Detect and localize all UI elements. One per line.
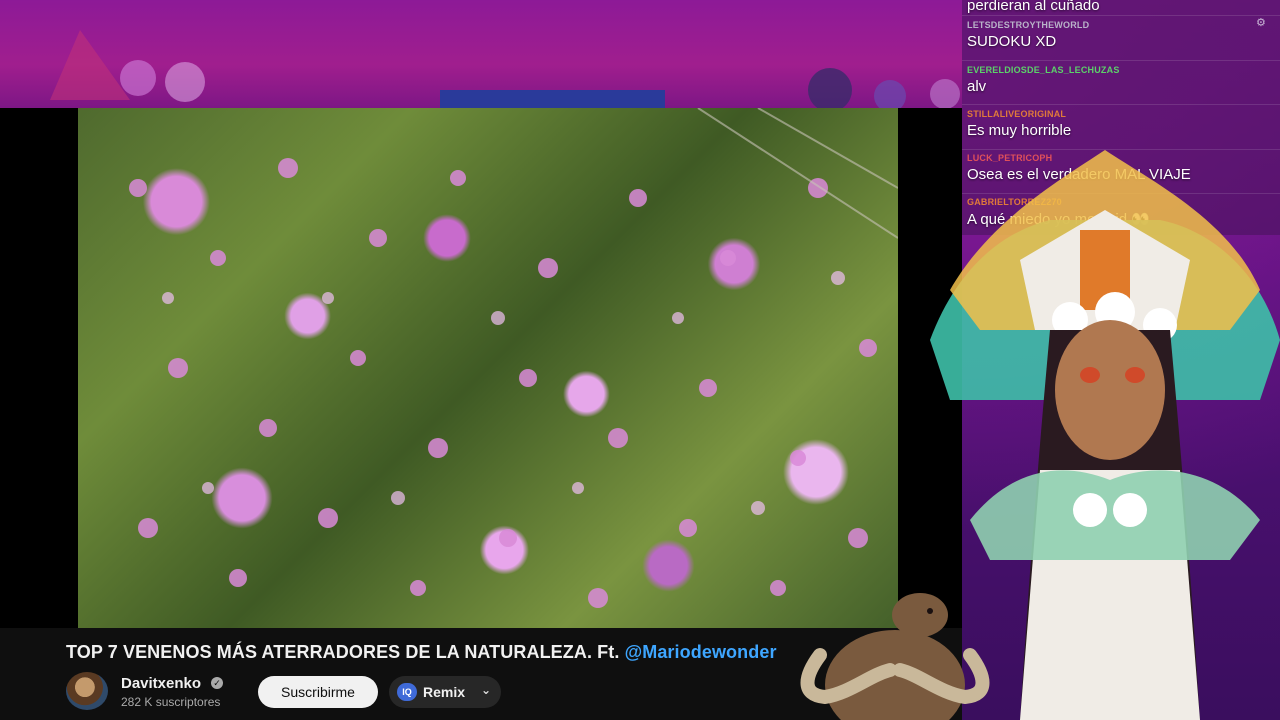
chat-username[interactable]: STILLALIVEORIGINAL — [967, 109, 1071, 119]
chevron-down-icon[interactable]: ⌄ — [481, 683, 491, 697]
chat-message-text: Es muy horrible — [967, 122, 1072, 139]
verified-check-icon: ✓ — [211, 677, 223, 689]
subscriber-count: 282 K suscriptores — [121, 695, 221, 709]
remix-label: Remix — [423, 684, 466, 700]
chat-message: perdieran al cuñado — [967, 0, 1100, 14]
chat-username[interactable]: EVERELDIOSDE_LAS_LECHUZAS — [967, 65, 1120, 75]
channel-avatar[interactable] — [66, 672, 108, 710]
remix-logo-icon: IQ — [397, 683, 417, 701]
title-mention-link[interactable]: @Mariodewonder — [625, 642, 777, 662]
scene-decoration — [50, 30, 960, 112]
chat-message-text: alv — [967, 78, 987, 95]
chat-divider — [962, 60, 1280, 61]
chat-settings-icon[interactable]: ⚙ — [1256, 17, 1270, 29]
video-frame-flowers — [129, 108, 898, 608]
channel-name[interactable]: Davitxenko — [121, 675, 201, 692]
chat-message-text: SUDOKU XD — [967, 33, 1057, 50]
chat-divider — [962, 15, 1280, 16]
chat-divider — [962, 104, 1280, 105]
video-title: TOP 7 VENENOS MÁS ATERRADORES DE LA NATU… — [66, 642, 777, 663]
video-title-text: TOP 7 VENENOS MÁS ATERRADORES DE LA NATU… — [66, 642, 625, 662]
chat-message: LETSDESTROYTHEWORLD SUDOKU XD — [967, 20, 1089, 50]
remix-button[interactable]: IQ Remix ⌄ — [389, 676, 501, 708]
mascot-character — [800, 593, 990, 720]
chat-message: STILLALIVEORIGINAL Es muy horrible — [967, 109, 1071, 139]
chat-message-text: perdieran al cuñado — [967, 0, 1100, 14]
chat-message: EVERELDIOSDE_LAS_LECHUZAS alv — [967, 65, 1120, 95]
subscribe-button[interactable]: Suscribirme — [258, 676, 378, 708]
video-player[interactable] — [78, 108, 898, 628]
stream-scene-top — [0, 0, 962, 112]
chat-username[interactable]: LETSDESTROYTHEWORLD — [967, 20, 1089, 30]
